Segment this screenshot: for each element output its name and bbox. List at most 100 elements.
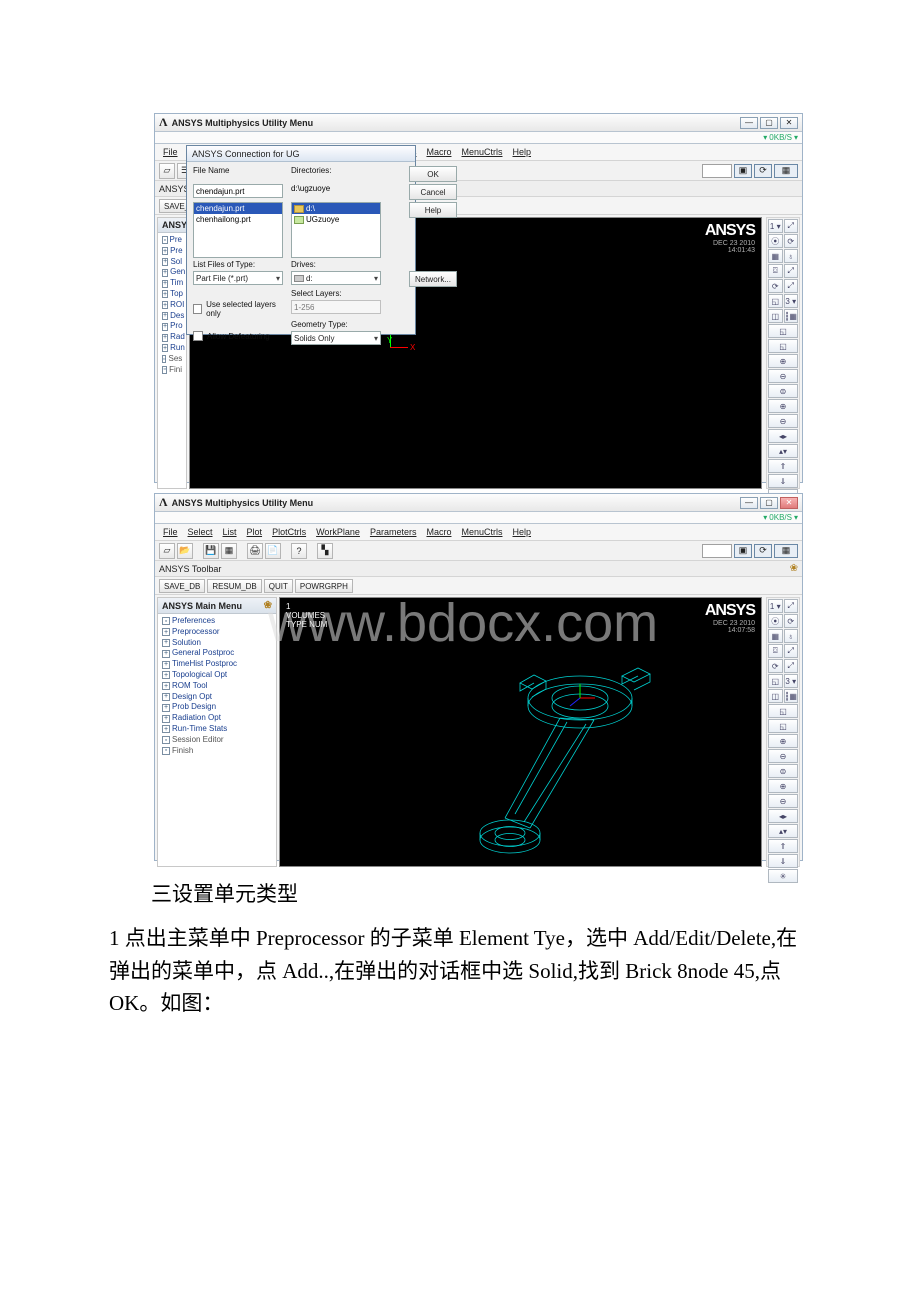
tree-item[interactable]: +Tim xyxy=(160,278,184,289)
rt-btn[interactable]: ⤢ xyxy=(784,264,799,278)
rt-btn[interactable]: ⦿ xyxy=(768,614,783,628)
rt-btn[interactable]: ◱ xyxy=(768,704,798,718)
rt-btn[interactable]: ⤢ xyxy=(784,599,799,613)
rt-btn[interactable]: ◱ xyxy=(768,674,783,688)
rt-btn[interactable]: ◂▸ xyxy=(768,809,798,823)
open-icon[interactable]: 📂 xyxy=(177,543,193,559)
tree-item[interactable]: +Gen xyxy=(160,267,184,278)
network-button[interactable]: Network... xyxy=(409,271,457,287)
dir-list[interactable]: d:\ UGzuoye xyxy=(291,202,381,258)
rt-btn[interactable]: ⇑ xyxy=(768,459,798,473)
menu-select[interactable]: Select xyxy=(188,527,213,537)
rt-btn[interactable]: ◫ xyxy=(768,309,783,323)
tree-general-postproc[interactable]: +General Postproc xyxy=(160,648,274,659)
rt-btn[interactable]: ⊕ xyxy=(768,354,798,368)
rt-btn[interactable]: ⇓ xyxy=(768,474,798,488)
menu-plot[interactable]: Plot xyxy=(247,527,263,537)
rt-btn[interactable]: ⟳ xyxy=(768,659,783,673)
rt-btn[interactable]: ┇▦ xyxy=(784,309,799,323)
save-icon[interactable]: 💾 xyxy=(203,543,219,559)
menu-macro[interactable]: Macro xyxy=(426,527,451,537)
file-name-input[interactable] xyxy=(193,184,283,198)
rt-btn[interactable]: ♁ xyxy=(784,249,799,263)
rt-btn[interactable]: ⟳ xyxy=(784,614,799,628)
minimize-button[interactable]: — xyxy=(740,117,758,129)
rt-btn[interactable]: ◱ xyxy=(768,294,783,308)
rt-btn[interactable]: ⇓ xyxy=(768,854,798,868)
tree-item[interactable]: +Top xyxy=(160,289,184,300)
refresh-icon[interactable]: ⟳ xyxy=(754,164,772,178)
tree-topological-opt[interactable]: +Topological Opt xyxy=(160,670,274,681)
rt-btn[interactable]: ⟳ xyxy=(768,279,783,293)
rt-btn[interactable]: ◱ xyxy=(768,324,798,338)
menu-plotctrls[interactable]: PlotCtrls xyxy=(272,527,306,537)
resume-icon[interactable]: ▦ xyxy=(221,543,237,559)
tree-item[interactable]: ▫Fini xyxy=(160,365,184,376)
rt-btn[interactable]: ✳ xyxy=(768,869,798,883)
maximize-button[interactable]: ▢ xyxy=(760,497,778,509)
maximize-button[interactable]: ▢ xyxy=(760,117,778,129)
menu-parameters[interactable]: Parameters xyxy=(370,527,417,537)
tree-item[interactable]: +Des xyxy=(160,311,184,322)
tree-runtime-stats[interactable]: +Run-Time Stats xyxy=(160,724,274,735)
tree-item[interactable]: +Pre xyxy=(160,246,184,257)
tree-item[interactable]: +ROI xyxy=(160,300,184,311)
rt-btn[interactable]: ♁ xyxy=(784,629,799,643)
help-icon[interactable]: ? xyxy=(291,543,307,559)
rt-btn[interactable]: ⇑ xyxy=(768,839,798,853)
tree-finish[interactable]: ▫Finish xyxy=(160,746,274,757)
capture-icon[interactable]: ▦ xyxy=(774,164,798,178)
menu-macro[interactable]: Macro xyxy=(426,147,451,157)
ok-button[interactable]: OK xyxy=(409,166,457,182)
dir-item-selected[interactable]: d:\ xyxy=(292,203,380,214)
tree-rom-tool[interactable]: +ROM Tool xyxy=(160,681,274,692)
picker-icon[interactable]: ▚ xyxy=(317,543,333,559)
rt-btn[interactable]: ⊖ xyxy=(768,369,798,383)
tree-item[interactable]: ▫Ses xyxy=(160,354,184,365)
menu-menuctrls[interactable]: MenuCtrls xyxy=(461,527,502,537)
minimize-button[interactable]: — xyxy=(740,497,758,509)
rt-btn[interactable]: ⌼ xyxy=(768,644,783,658)
menu-menuctrls[interactable]: MenuCtrls xyxy=(461,147,502,157)
tree-timehist-postproc[interactable]: +TimeHist Postproc xyxy=(160,659,274,670)
tree-preprocessor[interactable]: +Preprocessor xyxy=(160,627,274,638)
rt-btn[interactable]: ◫ xyxy=(768,689,783,703)
dir-item[interactable]: UGzuoye xyxy=(292,214,380,225)
tree-item[interactable]: ▫Pre xyxy=(160,235,184,246)
view-combo[interactable] xyxy=(702,544,732,558)
powrgrph-button[interactable]: POWRGRPH xyxy=(295,579,353,593)
file-type-combo[interactable]: Part File (*.prt) xyxy=(193,271,283,285)
rt-btn[interactable]: ⦿ xyxy=(768,234,783,248)
rt-btn[interactable]: 1 ▾ xyxy=(768,219,783,233)
rt-btn[interactable]: 3 ▾ xyxy=(784,294,799,308)
rt-btn[interactable]: ▴▾ xyxy=(768,824,798,838)
close-button[interactable]: ✕ xyxy=(780,117,798,129)
menu-help[interactable]: Help xyxy=(513,147,532,157)
defeaturing-checkbox[interactable]: Allow Defeaturing xyxy=(193,331,283,341)
view-combo[interactable] xyxy=(702,164,732,178)
rt-btn[interactable]: ⤢ xyxy=(784,659,799,673)
rt-btn[interactable]: ⊕ xyxy=(768,399,798,413)
rt-btn[interactable]: ▦ xyxy=(768,249,783,263)
cancel-button[interactable]: Cancel xyxy=(409,184,457,200)
rt-btn[interactable]: ▦ xyxy=(768,629,783,643)
menu-workplane[interactable]: WorkPlane xyxy=(316,527,360,537)
rt-btn[interactable]: ⟳ xyxy=(784,234,799,248)
isoview-icon[interactable]: ▣ xyxy=(734,544,752,558)
rt-btn[interactable]: ◱ xyxy=(768,339,798,353)
tree-item[interactable]: +Sol xyxy=(160,257,184,268)
new-icon[interactable]: ▱ xyxy=(159,163,175,179)
menu-help[interactable]: Help xyxy=(513,527,532,537)
rt-btn[interactable]: ⊖ xyxy=(768,794,798,808)
new-icon[interactable]: ▱ xyxy=(159,543,175,559)
rt-btn[interactable]: ◂▸ xyxy=(768,429,798,443)
geometry-type-combo[interactable]: Solids Only xyxy=(291,331,381,345)
rt-btn[interactable]: ⊜ xyxy=(768,764,798,778)
rt-btn[interactable]: ┇▦ xyxy=(784,689,799,703)
rt-btn[interactable]: ⤢ xyxy=(784,219,799,233)
rt-btn[interactable]: ⌼ xyxy=(768,264,783,278)
save-db-button[interactable]: SAVE_DB xyxy=(159,579,205,593)
close-button[interactable]: ✕ xyxy=(780,497,798,509)
menu-file[interactable]: File xyxy=(163,527,178,537)
graphics-canvas-2[interactable]: ANSYS DEC 23 2010 14:07:58 1 VOLUMES TYP… xyxy=(279,597,762,867)
